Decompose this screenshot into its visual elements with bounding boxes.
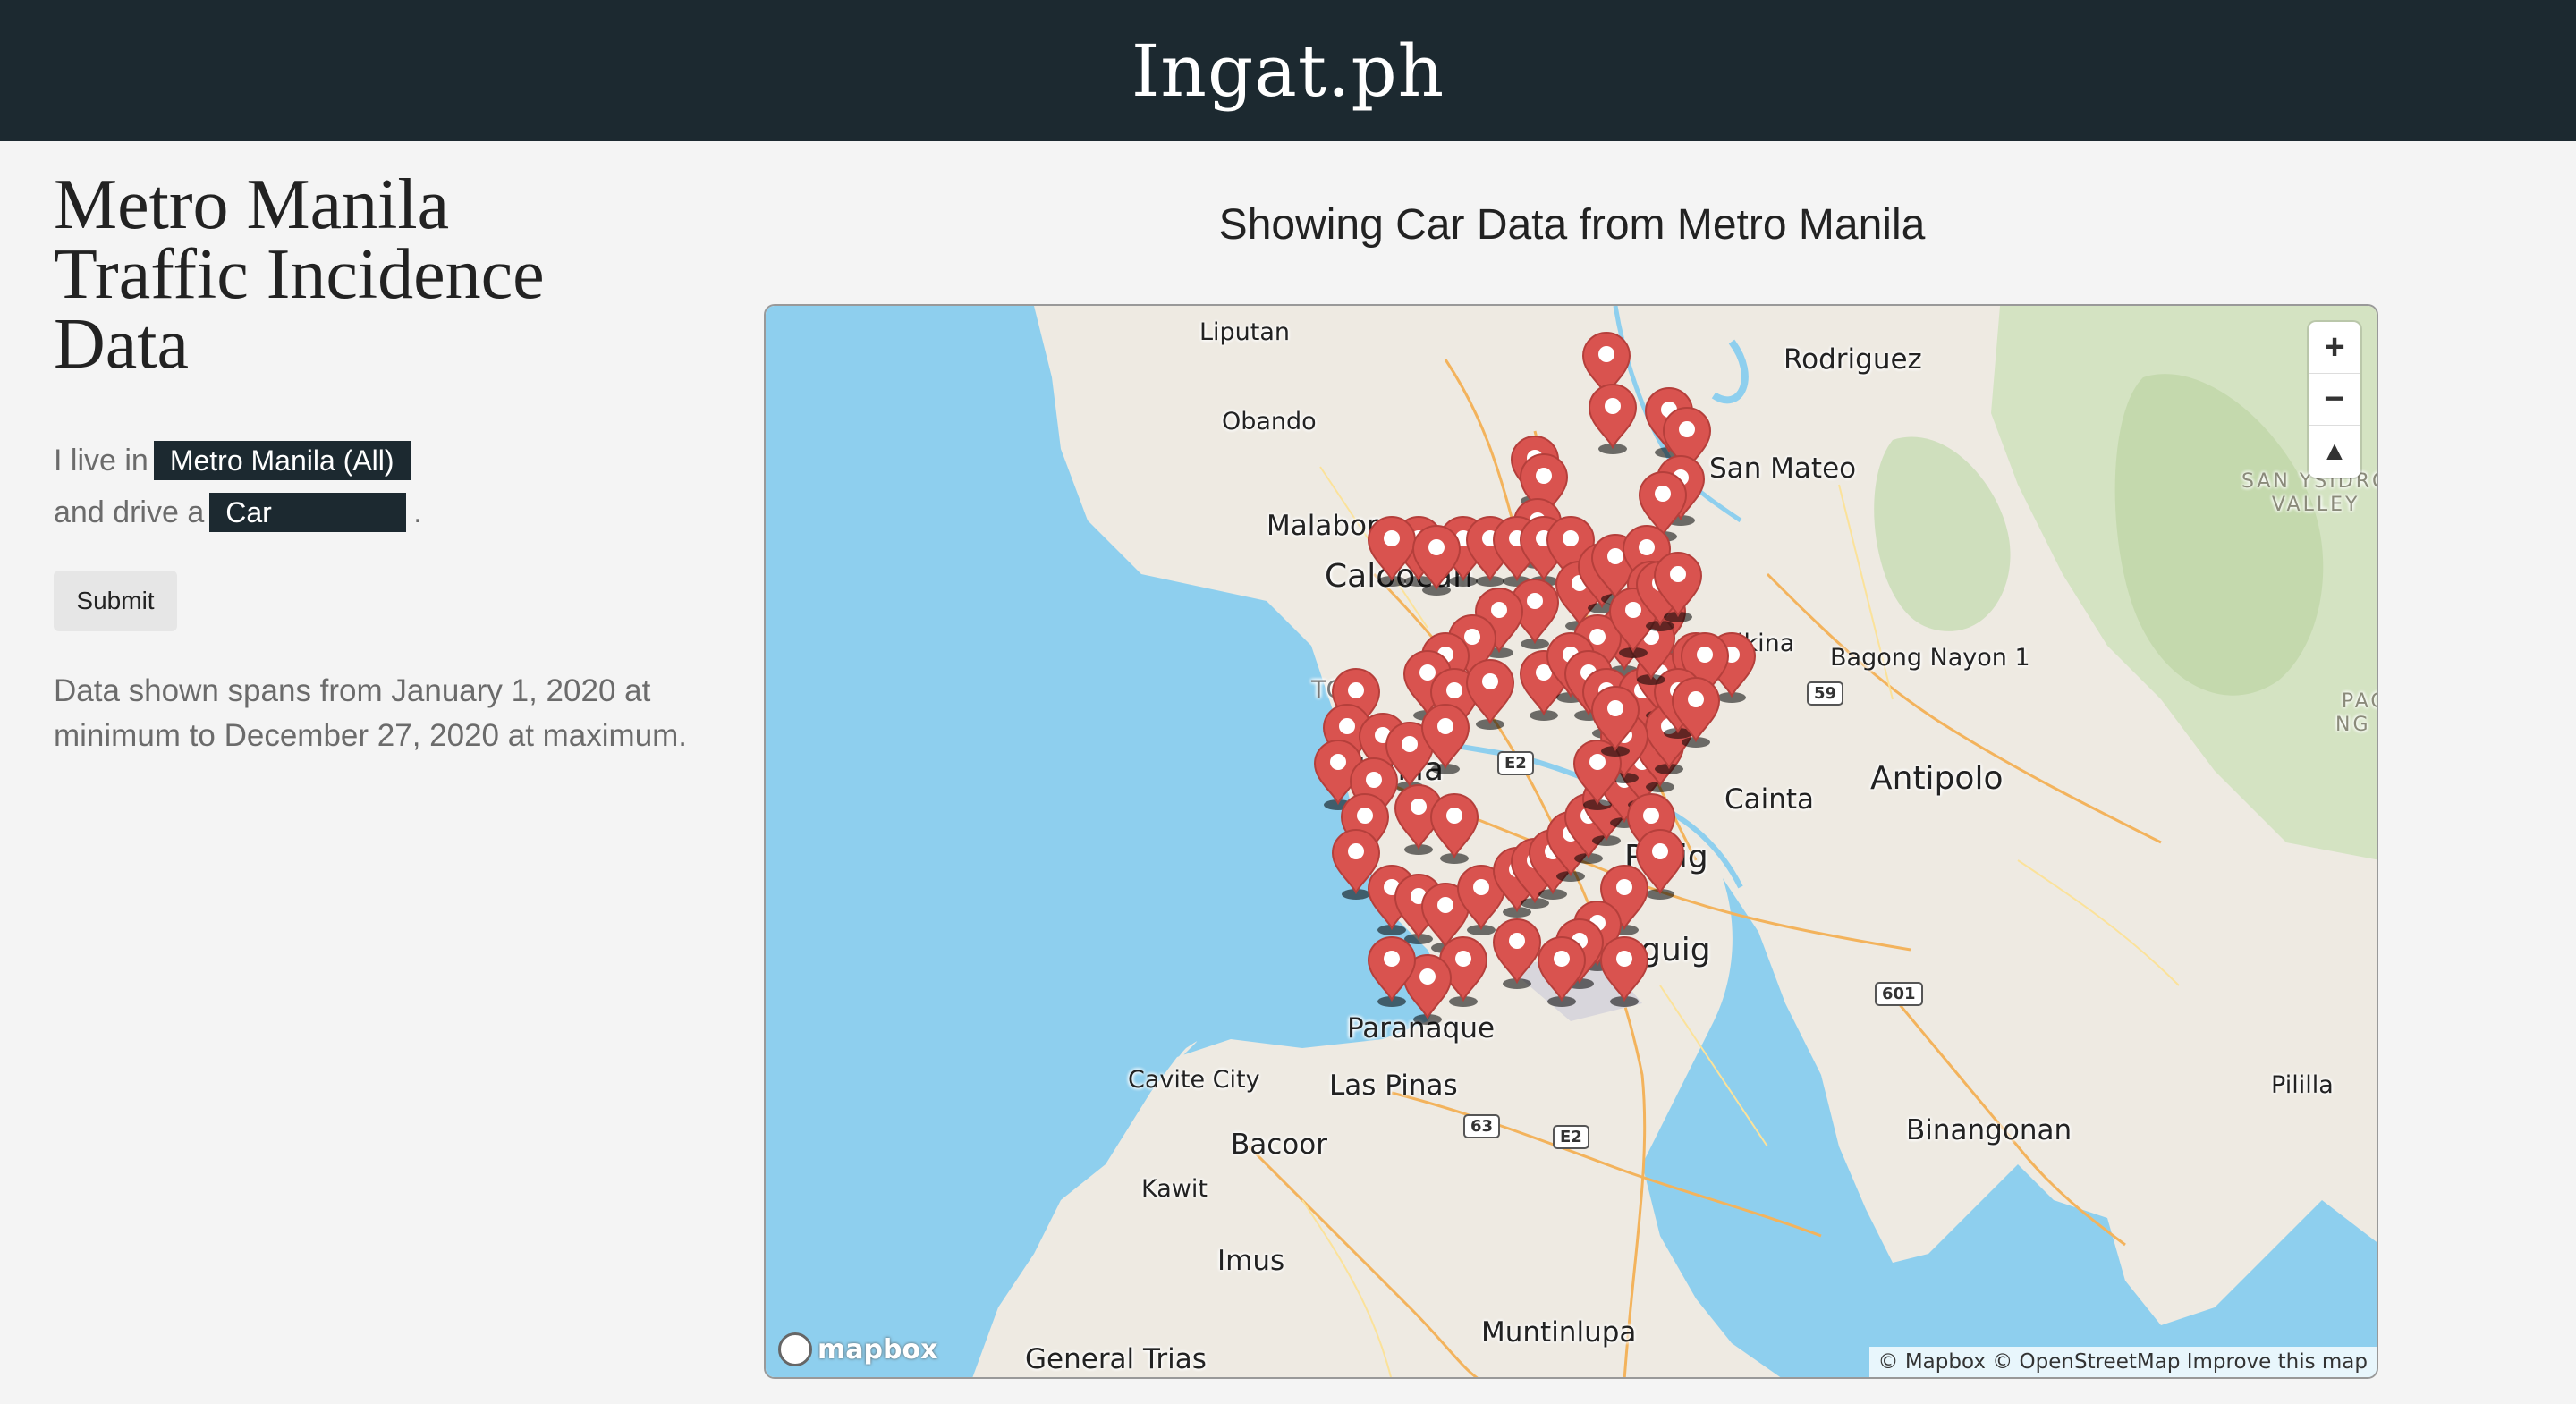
submit-button[interactable]: Submit: [54, 571, 177, 631]
zoom-out-button[interactable]: −: [2309, 374, 2360, 426]
mapbox-logo-icon: [778, 1332, 812, 1366]
zoom-in-button[interactable]: +: [2309, 322, 2360, 374]
region-row: I live in Metro Manila (All): [54, 435, 733, 486]
incident-markers: [1313, 332, 1757, 1025]
vehicle-prefix: and drive a: [54, 495, 205, 529]
page-title-line: Data: [54, 305, 190, 384]
mapbox-logo[interactable]: mapbox: [778, 1332, 937, 1366]
incident-pin[interactable]: [1429, 793, 1479, 864]
filter-panel: Metro Manila Traffic Incidence Data I li…: [54, 165, 733, 758]
region-select[interactable]: Metro Manila (All): [153, 441, 411, 480]
vehicle-row: and drive a Car .: [54, 486, 733, 538]
page-title-line: Metro Manila: [54, 165, 450, 244]
incident-pin[interactable]: [1367, 936, 1417, 1007]
page-title: Metro Manila Traffic Incidence Data: [54, 165, 733, 384]
vehicle-select[interactable]: Car: [209, 493, 407, 532]
region-prefix: I live in: [54, 443, 148, 478]
incident-pin[interactable]: [1537, 936, 1587, 1007]
top-header: Ingat.ph: [0, 0, 2576, 141]
incident-pin[interactable]: [1492, 918, 1542, 989]
vehicle-suffix: .: [413, 495, 422, 529]
map-attribution[interactable]: © Mapbox © OpenStreetMap Improve this ma…: [1868, 1347, 2377, 1377]
mapbox-logo-text: mapbox: [818, 1333, 938, 1366]
brand-logo[interactable]: Ingat.ph: [1131, 30, 1445, 113]
date-span-note: Data shown spans from January 1, 2020 at…: [54, 673, 688, 753]
incident-pin[interactable]: [1465, 659, 1515, 730]
incident-pin[interactable]: [1367, 516, 1417, 587]
page-title-line: Traffic Incidence: [54, 235, 545, 314]
map-zoom-control: + − ▲: [2309, 322, 2360, 478]
incident-pin[interactable]: [1588, 384, 1638, 454]
incident-pin[interactable]: [1599, 936, 1649, 1007]
incident-pin[interactable]: [1420, 704, 1470, 774]
compass-button[interactable]: ▲: [2309, 426, 2360, 478]
map-title: Showing Car Data from Metro Manila: [1218, 201, 1926, 249]
incident-map[interactable]: Liputan Obando Malabon Caloocan Rodrigue…: [764, 304, 2378, 1379]
